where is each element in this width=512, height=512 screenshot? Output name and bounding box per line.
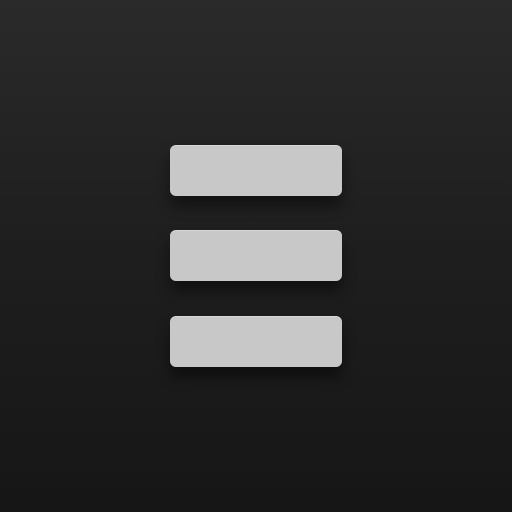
hamburger-menu-icon	[170, 145, 342, 367]
hamburger-bar-bottom	[170, 316, 342, 367]
menu-button[interactable]	[170, 145, 342, 367]
hamburger-bar-middle	[170, 230, 342, 281]
hamburger-bar-top	[170, 145, 342, 196]
app-icon-canvas	[0, 0, 512, 512]
